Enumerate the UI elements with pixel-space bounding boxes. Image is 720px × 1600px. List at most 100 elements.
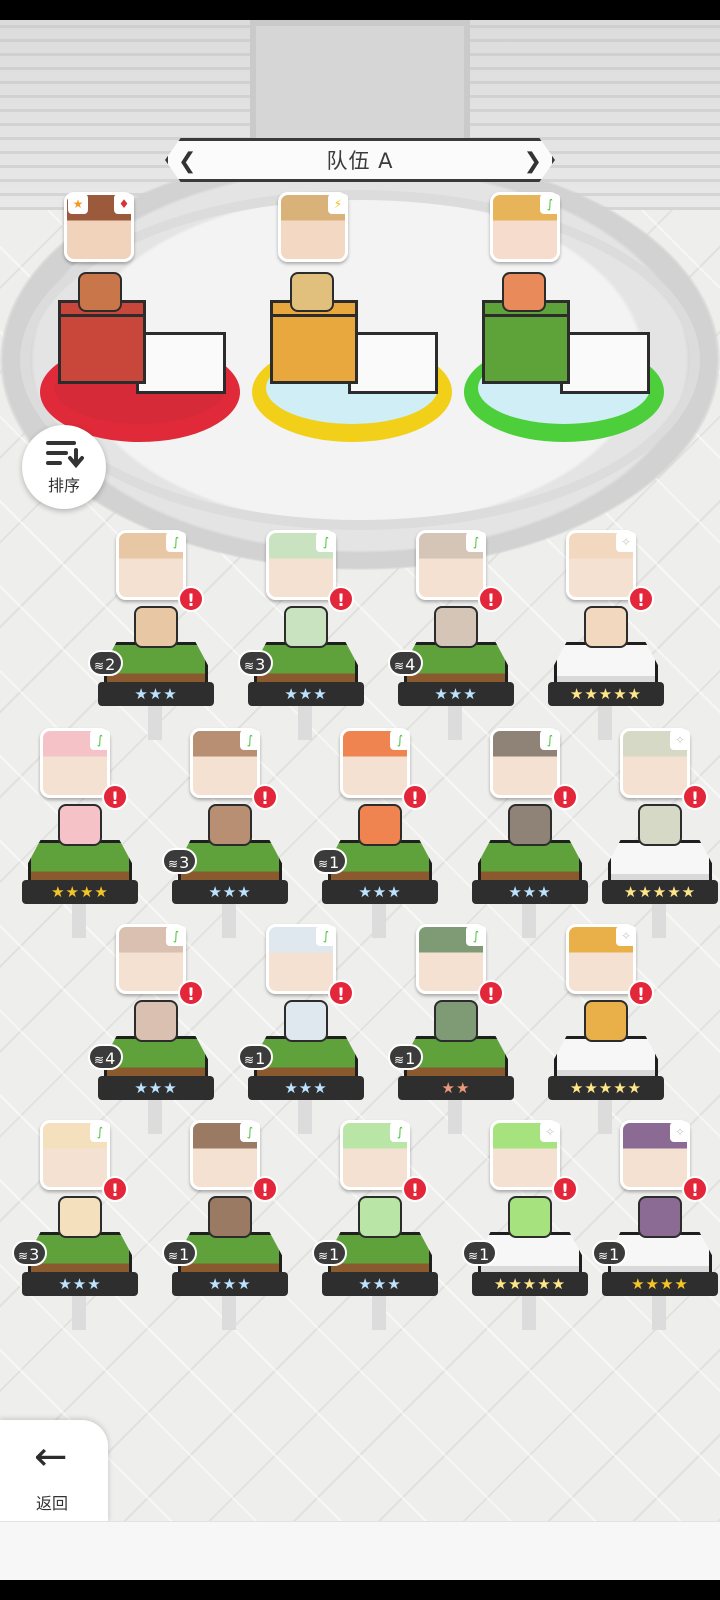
card-pole	[298, 1094, 312, 1134]
light-element-icon: ⚡	[328, 194, 348, 214]
card-pole	[372, 898, 386, 938]
star-rating: ★★★	[398, 682, 514, 706]
character-card[interactable]: ∫! ★★★ ≋1	[162, 1120, 290, 1330]
character-card[interactable]: ∫! ★★★ ≋3	[12, 1120, 140, 1330]
duplicate-count: 1	[179, 1245, 190, 1264]
duplicate-count: 1	[329, 1245, 340, 1264]
hero-block	[482, 314, 570, 384]
character-card[interactable]: ∫! ★★★	[470, 728, 590, 938]
wind-element-icon: ∫	[466, 926, 486, 946]
light-element-icon: ✧	[670, 730, 690, 750]
star-rating: ★★★★★	[548, 682, 664, 706]
character-card[interactable]: ∫! ★★ ≋1	[388, 924, 516, 1134]
light-element-icon: ✧	[670, 1122, 690, 1142]
light-element-icon: ✧	[616, 926, 636, 946]
alert-badge: !	[552, 1176, 578, 1202]
character-card[interactable]: ✧! ★★★★★ ≋1	[462, 1120, 590, 1330]
duplicate-count: 3	[255, 655, 266, 674]
alert-badge: !	[682, 1176, 708, 1202]
hero-sprite	[58, 1196, 102, 1238]
card-pole	[222, 1290, 236, 1330]
team-slot-3[interactable]: ∫	[464, 192, 674, 472]
alert-badge: !	[628, 980, 654, 1006]
duplicate-count-badge: ≋4	[88, 1044, 124, 1070]
character-card[interactable]: ∫! ★★★ ≋1	[312, 728, 440, 938]
wind-element-icon: ∫	[166, 532, 186, 552]
wind-element-icon: ∫	[240, 730, 260, 750]
character-card[interactable]: ✧! ★★★★★	[546, 924, 666, 1134]
character-card[interactable]: ∫! ★★★ ≋1	[238, 924, 366, 1134]
duplicate-count-badge: ≋3	[162, 848, 198, 874]
alert-badge: !	[402, 1176, 428, 1202]
star-rating: ★★★	[98, 682, 214, 706]
alert-badge: !	[552, 784, 578, 810]
team-slot-2[interactable]: ⚡	[252, 192, 462, 472]
sort-button[interactable]: 排序	[22, 425, 106, 509]
star-rating: ★★★	[248, 682, 364, 706]
hero-sprite	[284, 606, 328, 648]
hero-sprite	[434, 1000, 478, 1042]
character-card[interactable]: ✧! ★★★★★	[600, 728, 720, 938]
hero-sprite	[358, 1196, 402, 1238]
hero-block	[58, 314, 146, 384]
alert-badge: !	[682, 784, 708, 810]
character-card[interactable]: ∫! ★★★ ≋1	[312, 1120, 440, 1330]
layers-icon: ≋	[18, 1249, 29, 1263]
layers-icon: ≋	[168, 1249, 179, 1263]
empty-block	[136, 332, 226, 394]
star-rating: ★★★	[22, 1272, 138, 1296]
character-card[interactable]: ∫! ★★★★	[20, 728, 140, 938]
card-pole	[448, 1094, 462, 1134]
alert-badge: !	[178, 586, 204, 612]
card-pole	[522, 898, 536, 938]
alert-badge: !	[478, 586, 504, 612]
duplicate-count-badge: ≋1	[462, 1240, 498, 1266]
alert-badge: !	[178, 980, 204, 1006]
character-card[interactable]: ∫! ★★★ ≋4	[88, 924, 216, 1134]
team-selector[interactable]: ❮ 队伍 A ❯	[165, 138, 555, 182]
star-rating: ★★★★★	[602, 880, 718, 904]
star-rating: ★★★	[322, 1272, 438, 1296]
card-pole	[148, 1094, 162, 1134]
character-card[interactable]: ✧! ★★★★★	[546, 530, 666, 740]
layers-icon: ≋	[394, 659, 405, 673]
alert-badge: !	[328, 980, 354, 1006]
previous-team-chevron-icon[interactable]: ❮	[178, 149, 196, 174]
star-rating: ★★★★	[602, 1272, 718, 1296]
duplicate-count: 3	[29, 1245, 40, 1264]
status-bar	[0, 0, 720, 20]
card-pole	[522, 1290, 536, 1330]
character-card[interactable]: ∫! ★★★ ≋3	[238, 530, 366, 740]
star-rating: ★★★	[472, 880, 588, 904]
next-team-chevron-icon[interactable]: ❯	[524, 149, 542, 174]
back-button[interactable]: ← 返回	[0, 1420, 108, 1522]
duplicate-count-badge: ≋1	[312, 1240, 348, 1266]
duplicate-count: 4	[405, 655, 416, 674]
card-pole	[222, 898, 236, 938]
hero-block	[270, 314, 358, 384]
star-rating: ★★★★	[22, 880, 138, 904]
layers-icon: ≋	[168, 857, 179, 871]
card-pole	[372, 1290, 386, 1330]
wind-element-icon: ∫	[390, 730, 410, 750]
duplicate-count: 1	[405, 1049, 416, 1068]
sort-icon	[46, 441, 84, 469]
duplicate-count-badge: ≋3	[12, 1240, 48, 1266]
card-pole	[148, 700, 162, 740]
character-card[interactable]: ∫! ★★★ ≋2	[88, 530, 216, 740]
navigation-strip	[0, 1521, 720, 1580]
hero-sprite	[584, 606, 628, 648]
character-card[interactable]: ∫! ★★★ ≋4	[388, 530, 516, 740]
wind-element-icon: ∫	[316, 926, 336, 946]
light-element-icon: ✧	[540, 1122, 560, 1142]
character-card[interactable]: ✧! ★★★★ ≋1	[592, 1120, 720, 1330]
sort-label: 排序	[47, 476, 80, 495]
alert-badge: !	[102, 784, 128, 810]
duplicate-count: 1	[255, 1049, 266, 1068]
empty-block	[560, 332, 650, 394]
hero-sprite	[508, 1196, 552, 1238]
layers-icon: ≋	[244, 659, 255, 673]
card-pole	[72, 898, 86, 938]
card-pole	[72, 1290, 86, 1330]
character-card[interactable]: ∫! ★★★ ≋3	[162, 728, 290, 938]
